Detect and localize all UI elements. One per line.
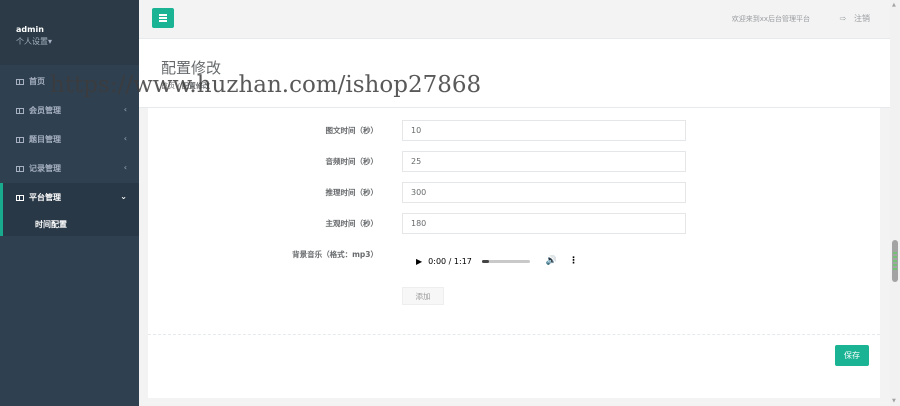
grid-icon [16,78,24,85]
scroll-down-arrow-icon[interactable]: ▼ [892,398,896,404]
subjective-time-input[interactable] [402,213,686,234]
breadcrumb-current: 配置修改 [181,82,210,90]
sidebar-item-label: 会员管理 [29,106,61,115]
config-form-panel: 图文时间（秒） 音频时间（秒） 推理时间（秒） 主观时间（秒） 背景音乐（格式：… [148,108,880,398]
field-label: 背景音乐（格式：mp3） [292,250,378,259]
scroll-up-arrow-icon[interactable]: ▲ [892,2,896,8]
page-title: 配置修改 [161,59,222,77]
page-heading: 配置修改 首页 / 配置修改 [139,39,890,108]
username: admin [16,25,44,34]
sidebar-group-platform: 平台管理 ⌄ 时间配置 [0,183,139,236]
breadcrumb-home[interactable]: 首页 [161,82,175,90]
personal-settings-dropdown[interactable]: 个人设置▾ [16,36,139,47]
divider [148,334,880,335]
hamburger-icon [159,14,167,16]
chevron-left-icon: ‹ [123,134,127,143]
menu-toggle-button[interactable] [152,8,174,28]
sidebar-item-label: 记录管理 [29,164,61,173]
play-icon[interactable]: ▶ [416,257,422,266]
save-button[interactable]: 保存 [835,345,869,366]
grid-icon [16,165,24,172]
field-label: 音频时间（秒） [325,157,379,166]
sidebar-item-records[interactable]: 记录管理 ‹ [0,154,139,183]
hamburger-icon [159,17,167,19]
reasoning-time-input[interactable] [402,182,686,203]
breadcrumb: 首页 / 配置修改 [161,82,210,90]
more-options-icon[interactable]: ⋮ [569,256,578,266]
form-row: 图文时间（秒） [148,120,880,141]
audio-progress-slider[interactable] [481,259,530,263]
top-navbar: 欢迎来到xx后台管理平台 ⇨ 注销 [139,0,890,39]
grid-icon [16,194,24,201]
user-profile: admin 个人设置▾ [0,0,139,65]
sidebar-item-label: 题目管理 [29,135,61,144]
audio-time: 0:00 / 1:17 [428,256,472,266]
audio-progress-fill [481,259,490,263]
audio-player: ▶ 0:00 / 1:17 🔊 ⋮ [402,248,592,274]
form-row: 推理时间（秒） [148,182,880,203]
sidebar-subitem-time-config[interactable]: 时间配置 [3,212,139,236]
hamburger-icon [159,20,167,22]
sidebar-item-platform[interactable]: 平台管理 ⌄ [3,183,139,212]
sidebar-item-home[interactable]: 首页 [0,67,139,96]
sidebar-item-label: 平台管理 [29,193,61,202]
logout-label: 注销 [854,14,870,23]
field-label: 图文时间（秒） [325,126,379,135]
form-row: 主观时间（秒） [148,213,880,234]
grid-icon [16,136,24,143]
sidebar: admin 个人设置▾ 首页 会员管理 ‹ 题目管理 ‹ 记录管理 ‹ 平台管理… [0,0,139,406]
grid-icon [16,107,24,114]
chevron-left-icon: ‹ [123,105,127,114]
welcome-message: 欢迎来到xx后台管理平台 [731,15,810,23]
chevron-left-icon: ‹ [123,163,127,172]
logout-link[interactable]: ⇨ 注销 [840,13,870,24]
sidebar-item-members[interactable]: 会员管理 ‹ [0,96,139,125]
field-label: 推理时间（秒） [325,188,379,197]
scrollbar-thumb[interactable] [892,240,898,282]
sidebar-item-questions[interactable]: 题目管理 ‹ [0,125,139,154]
sign-out-icon: ⇨ [839,14,847,23]
form-row: 音频时间（秒） [148,151,880,172]
chevron-down-icon: ⌄ [120,192,127,201]
page-scrollbar[interactable]: ▲ ▼ [890,0,900,406]
sidebar-item-label: 首页 [29,77,45,86]
field-label: 主观时间（秒） [325,219,379,228]
add-music-button[interactable]: 添加 [402,287,444,305]
volume-icon[interactable]: 🔊 [546,256,557,266]
image-text-time-input[interactable] [402,120,686,141]
audio-time-input[interactable] [402,151,686,172]
